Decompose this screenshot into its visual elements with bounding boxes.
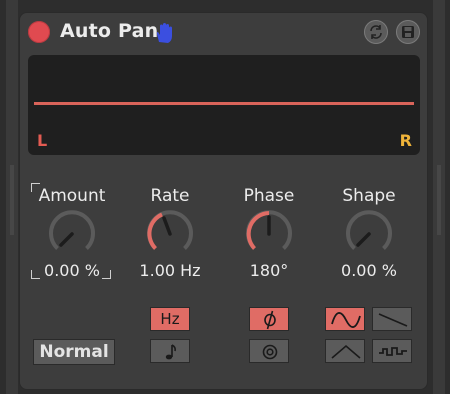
rate-sync-button[interactable] bbox=[150, 339, 190, 363]
phase-value[interactable]: 180° bbox=[224, 261, 314, 280]
amount-value[interactable]: 0.00 % bbox=[27, 261, 117, 280]
spin-mode-button[interactable] bbox=[249, 339, 289, 363]
hand-icon[interactable] bbox=[154, 22, 174, 44]
hot-swap-icon bbox=[370, 25, 382, 39]
amount-control: Amount 0.00 % bbox=[27, 185, 117, 280]
rate-knob[interactable] bbox=[143, 209, 197, 259]
phase-mode-button[interactable] bbox=[249, 307, 289, 331]
amount-label: Amount bbox=[38, 186, 106, 206]
random-wave-icon bbox=[379, 347, 407, 356]
right-channel-label: R bbox=[399, 131, 412, 150]
triangle-wave-button[interactable] bbox=[325, 339, 365, 363]
save-preset-button[interactable] bbox=[396, 20, 420, 44]
phase-knob[interactable] bbox=[242, 209, 296, 259]
hot-swap-button[interactable] bbox=[364, 20, 388, 44]
rate-value[interactable]: 1.00 Hz bbox=[125, 261, 215, 280]
auto-pan-device: Auto Pan L R Amount 0.00 % Rate 1.00 Hz … bbox=[19, 12, 428, 390]
shape-knob[interactable] bbox=[342, 209, 396, 259]
right-side-rail bbox=[433, 0, 445, 394]
spin-icon bbox=[262, 344, 278, 360]
sawtooth-wave-icon bbox=[378, 313, 408, 327]
normal-mode-button[interactable]: Normal bbox=[33, 339, 115, 365]
phase-icon bbox=[264, 310, 276, 330]
note-icon bbox=[165, 344, 176, 360]
random-wave-button[interactable] bbox=[372, 339, 412, 363]
left-channel-label: L bbox=[37, 131, 48, 150]
shape-control: Shape 0.00 % bbox=[324, 185, 414, 280]
sine-wave-icon bbox=[331, 312, 361, 328]
device-power-button[interactable] bbox=[28, 21, 50, 43]
save-icon bbox=[402, 26, 414, 38]
left-side-rail bbox=[6, 0, 18, 394]
phase-control: Phase 180° bbox=[224, 185, 314, 280]
amount-knob[interactable] bbox=[45, 209, 99, 259]
triangle-wave-icon bbox=[331, 344, 361, 359]
sine-wave-button[interactable] bbox=[325, 307, 365, 331]
rate-label: Rate bbox=[150, 186, 190, 206]
pan-position-line bbox=[34, 102, 414, 105]
left-resize-handle[interactable] bbox=[10, 165, 14, 235]
right-resize-handle[interactable] bbox=[437, 165, 441, 235]
phase-label: Phase bbox=[243, 186, 295, 206]
device-title[interactable]: Auto Pan bbox=[60, 20, 158, 42]
sawtooth-wave-button[interactable] bbox=[372, 307, 412, 331]
pan-display: L R bbox=[28, 55, 420, 155]
shape-value[interactable]: 0.00 % bbox=[324, 261, 414, 280]
shape-label: Shape bbox=[342, 186, 396, 206]
rate-control: Rate 1.00 Hz bbox=[125, 185, 215, 280]
rate-hz-button[interactable]: Hz bbox=[150, 307, 190, 331]
rate-hz-label: Hz bbox=[160, 310, 180, 328]
